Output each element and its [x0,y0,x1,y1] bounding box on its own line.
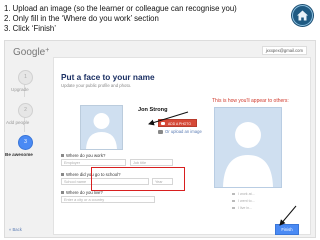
arrow-to-finish [279,205,297,226]
arrow-to-upload [148,111,189,126]
annotation-arrows [148,111,297,226]
